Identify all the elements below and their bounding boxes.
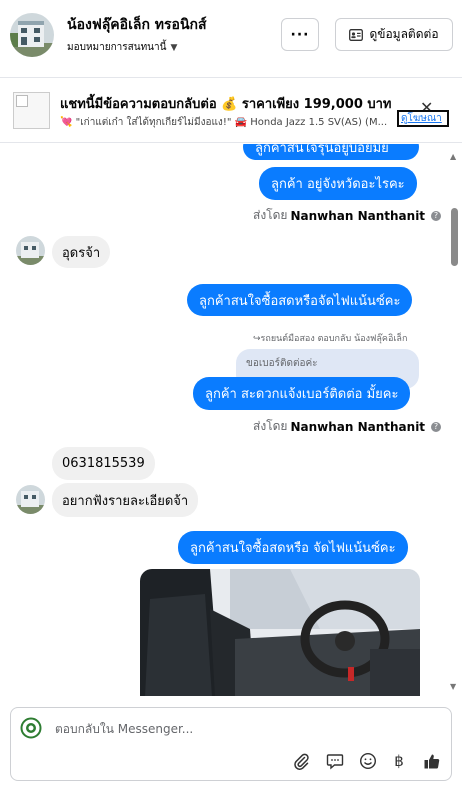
sent-by-label: ส่งโดย Nanwhan Nanthanit ? bbox=[253, 206, 442, 225]
outgoing-message[interactable]: ลูกค้า สะดวกแจ้งเบอร์ติดต่อ มั้ยคะ bbox=[193, 377, 411, 410]
reply-arrow-icon: ↪ bbox=[253, 334, 261, 344]
sent-by-name: Nanwhan Nanthanit bbox=[290, 208, 426, 223]
view-contact-info-label: ดูข้อมูลติดต่อ bbox=[369, 27, 439, 41]
info-icon[interactable]: ? bbox=[431, 210, 442, 221]
emoji-icon[interactable] bbox=[357, 750, 379, 772]
outgoing-message[interactable]: ลูกค้าสนใจซื้อสดหรือจัดไฟแน้นซ์คะ bbox=[187, 284, 413, 316]
ad-context-banner: แชทนี้มีข้อความตอบกลับต่อ 💰 ราคาเพียง 19… bbox=[0, 79, 462, 143]
assign-conversation-dropdown[interactable]: มอบหมายการสนทนานี้ ▼ bbox=[67, 40, 177, 55]
reply-context-note: ↪รถยนต์มือสอง ตอบกลับ น้องฟลุ๊คอิเล็ก bbox=[253, 331, 407, 345]
view-contact-info-button[interactable]: ดูข้อมูลติดต่อ bbox=[335, 18, 453, 51]
thumbs-up-icon[interactable] bbox=[421, 750, 443, 772]
outgoing-message[interactable]: ลูกค้าสนใจซื้อสดหรือ จัดไฟแน้นซ์คะ bbox=[178, 531, 408, 564]
ad-thumbnail bbox=[13, 92, 50, 129]
view-ad-link[interactable]: ดูโฆษณา bbox=[397, 110, 449, 127]
baht-icon[interactable]: ฿ bbox=[388, 750, 410, 772]
contact-card-icon bbox=[349, 28, 364, 41]
contact-avatar-small[interactable] bbox=[16, 236, 45, 265]
conversation-header: น้องฟลุ๊คอิเล็ก ทรอนิกส์ มอบหมายการสนทนา… bbox=[0, 0, 462, 78]
more-options-button[interactable]: ··· bbox=[281, 18, 319, 51]
contact-name[interactable]: น้องฟลุ๊คอิเล็ก ทรอนิกส์ bbox=[67, 14, 207, 36]
contact-avatar[interactable] bbox=[10, 13, 54, 57]
contact-avatar-small[interactable] bbox=[16, 485, 45, 514]
incoming-message[interactable]: 0631815539 bbox=[52, 447, 155, 480]
info-icon[interactable]: ? bbox=[431, 421, 442, 432]
caret-down-icon: ▼ bbox=[170, 42, 178, 53]
comment-icon[interactable] bbox=[324, 750, 346, 772]
car-interior-photo[interactable] bbox=[140, 569, 420, 696]
message-thread[interactable]: ลูกค้าสนใจรุ่นอยู่บ่อยมั้ย ลูกค้า อยู่จั… bbox=[0, 144, 462, 696]
attachment-icon[interactable] bbox=[290, 750, 312, 772]
scrollbar-thumb[interactable] bbox=[451, 208, 458, 266]
sent-by-label: ส่งโดย Nanwhan Nanthanit ? bbox=[253, 417, 442, 436]
ad-banner-subtitle: 💘 "เก่าแต่เก๋า ใส่ได้ทุกเกียร์ไม่มีงอแง!… bbox=[60, 117, 388, 128]
page-avatar bbox=[20, 717, 42, 739]
scroll-down-arrow-icon[interactable]: ▼ bbox=[450, 682, 456, 691]
reply-input[interactable] bbox=[55, 720, 435, 738]
incoming-message[interactable]: อยากฟังรายละเอียดจ้า bbox=[52, 483, 199, 517]
sent-by-prefix: ส่งโดย bbox=[253, 208, 288, 222]
assign-label: มอบหมายการสนทนานี้ bbox=[67, 42, 167, 53]
outgoing-message[interactable]: ลูกค้าสนใจรุ่นอยู่บ่อยมั้ย bbox=[243, 144, 419, 160]
sent-by-prefix: ส่งโดย bbox=[253, 419, 288, 433]
scroll-up-arrow-icon[interactable]: ▲ bbox=[450, 152, 456, 161]
message-composer: ฿ bbox=[10, 707, 452, 781]
reply-note-text: รถยนต์มือสอง ตอบกลับ น้องฟลุ๊คอิเล็ก bbox=[260, 334, 408, 344]
incoming-message[interactable]: อุดรจ้า bbox=[52, 236, 111, 268]
ad-banner-title: แชทนี้มีข้อความตอบกลับต่อ 💰 ราคาเพียง 19… bbox=[60, 97, 392, 112]
outgoing-message[interactable]: ลูกค้า อยู่จังหวัดอะไรคะ bbox=[259, 167, 417, 200]
sent-by-name: Nanwhan Nanthanit bbox=[290, 419, 426, 434]
